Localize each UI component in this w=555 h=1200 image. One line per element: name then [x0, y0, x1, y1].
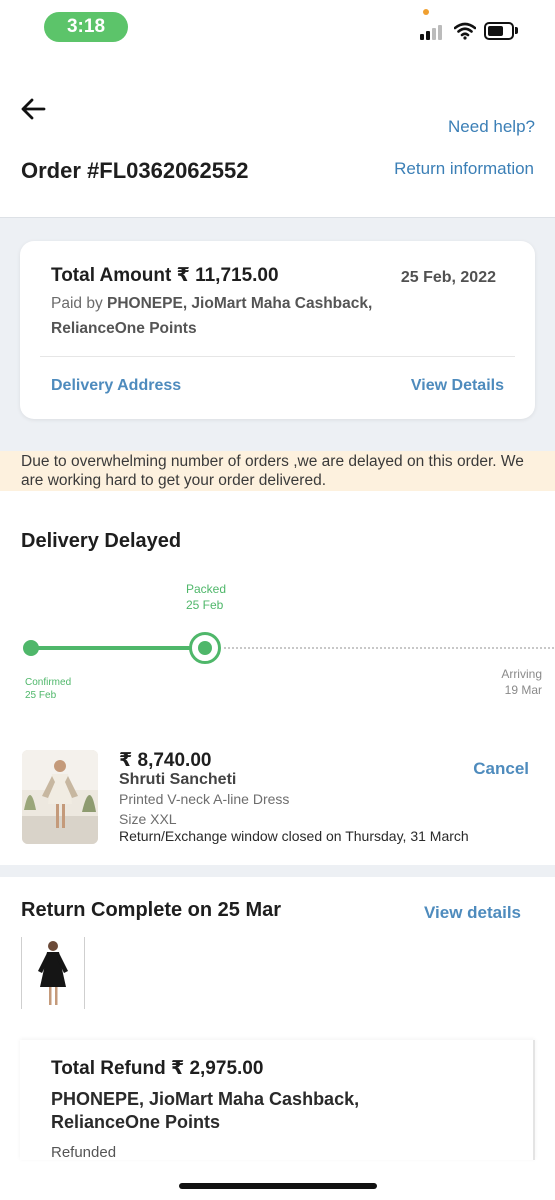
delivery-address-link[interactable]: Delivery Address — [51, 377, 181, 395]
product-price: ₹ 8,740.00 — [119, 750, 212, 771]
total-refund: Total Refund ₹ 2,975.00 — [51, 1058, 264, 1079]
order-id-title: Order #FL0362062552 — [21, 158, 249, 183]
arriving-step-label: Arriving 19 Mar — [501, 666, 542, 698]
refund-summary-card: Total Refund ₹ 2,975.00 PHONEPE, JioMart… — [20, 1040, 535, 1160]
return-status-title: Return Complete on 25 Mar — [21, 899, 282, 921]
progress-line-pending — [224, 647, 554, 649]
refund-status: Refunded — [51, 1144, 117, 1160]
arriving-date: 19 Mar — [504, 683, 542, 697]
home-indicator[interactable] — [179, 1183, 377, 1189]
progress-line-completed — [31, 646, 205, 650]
battery-tip — [515, 27, 518, 34]
confirmed-step-dot — [23, 640, 39, 656]
total-amount: Total Amount ₹ 11,715.00 — [51, 265, 279, 286]
status-bar: 3:18 — [0, 0, 555, 56]
return-window-info: Return/Exchange window closed on Thursda… — [119, 828, 469, 844]
arriving-label: Arriving — [501, 667, 542, 681]
confirmed-step-label: Confirmed 25 Feb — [25, 676, 71, 702]
delay-notice: Due to overwhelming number of orders ,we… — [0, 451, 555, 491]
section-divider — [0, 865, 555, 877]
paid-by-prefix: Paid by — [51, 295, 108, 312]
packed-step-dot — [189, 632, 221, 664]
product-size: Size XXL — [119, 811, 177, 827]
product-brand: Shruti Sancheti — [119, 771, 237, 788]
payment-methods: Paid by PHONEPE, JioMart Maha Cashback, … — [51, 291, 411, 341]
product-name: Printed V-neck A-line Dress — [119, 791, 290, 807]
need-help-link[interactable]: Need help? — [448, 117, 535, 137]
confirmed-label: Confirmed — [25, 677, 72, 688]
view-details-link[interactable]: View Details — [411, 377, 504, 395]
packed-label: Packed — [186, 582, 227, 596]
product-image[interactable] — [22, 750, 98, 844]
returned-product-image[interactable] — [21, 937, 85, 1009]
cancel-button[interactable]: Cancel — [473, 759, 529, 779]
privacy-indicator-icon — [423, 9, 429, 15]
return-view-details-link[interactable]: View details — [424, 903, 521, 923]
delivery-status-title: Delivery Delayed — [21, 530, 182, 552]
battery-icon — [484, 22, 514, 40]
confirmed-date: 25 Feb — [25, 690, 57, 701]
order-date: 25 Feb, 2022 — [400, 269, 496, 286]
status-time: 3:18 — [44, 12, 128, 42]
return-information-link[interactable]: Return information — [394, 159, 534, 179]
packed-step-label: Packed 25 Feb — [186, 581, 226, 613]
card-divider — [40, 356, 515, 357]
cellular-signal-icon — [420, 24, 446, 40]
order-summary-card: Total Amount ₹ 11,715.00 25 Feb, 2022 Pa… — [20, 241, 535, 419]
back-arrow-icon[interactable] — [18, 94, 48, 124]
refund-methods: PHONEPE, JioMart Maha Cashback, Reliance… — [51, 1089, 360, 1132]
packed-date: 25 Feb — [186, 598, 224, 612]
wifi-icon — [454, 22, 476, 40]
